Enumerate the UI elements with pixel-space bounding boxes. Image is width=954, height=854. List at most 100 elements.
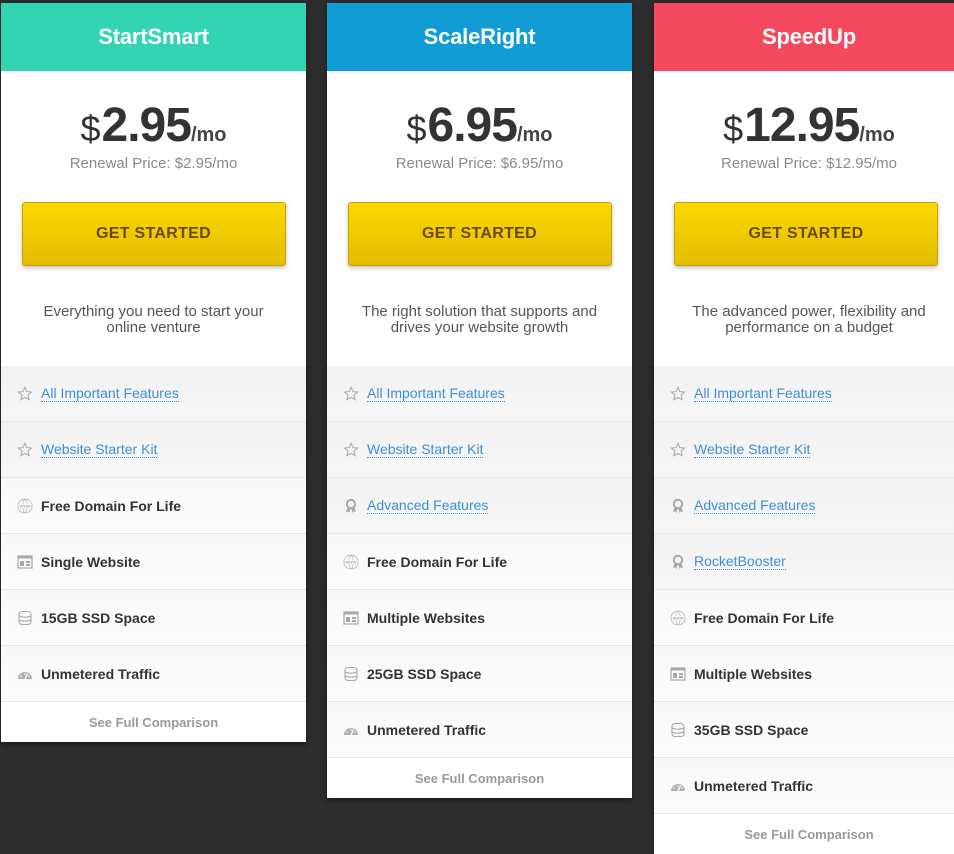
plan-card-speedup: SpeedUp $ 12.95 /mo Renewal Price: $12.9… <box>654 3 954 854</box>
feature-row: 15GB SSD Space <box>1 589 306 645</box>
svg-text:www: www <box>672 616 683 621</box>
price-period: /mo <box>190 124 227 146</box>
globe-www-icon: www <box>17 498 33 514</box>
feature-label: Single Website <box>41 553 141 570</box>
plan-card-scaleright: ScaleRight $ 6.95 /mo Renewal Price: $6.… <box>327 3 632 798</box>
plan-header: SpeedUp <box>654 3 954 71</box>
star-icon <box>670 385 686 402</box>
price-amount: 12.95 <box>744 99 860 152</box>
feature-link[interactable]: Website Starter Kit <box>367 441 484 458</box>
feature-row[interactable]: RocketBooster <box>654 533 954 589</box>
price-amount: 2.95 <box>101 99 192 152</box>
svg-text:www: www <box>19 504 30 509</box>
plan-price: $ 12.95 /mo <box>723 98 895 153</box>
speedometer-icon <box>343 722 359 738</box>
get-started-button[interactable]: GET STARTED <box>21 202 286 266</box>
feature-row: Unmetered Traffic <box>654 757 954 813</box>
price-currency: $ <box>80 108 101 149</box>
feature-label: Multiple Websites <box>694 665 812 682</box>
see-full-comparison-link[interactable]: See Full Comparison <box>327 757 632 798</box>
website-layout-icon <box>670 666 686 682</box>
globe-www-icon: www <box>343 554 359 570</box>
star-icon <box>343 441 359 458</box>
plan-tagline: The advanced power, flexibility and perf… <box>692 303 926 336</box>
feature-row: www Free Domain For Life <box>327 533 632 589</box>
feature-row: www Free Domain For Life <box>1 477 306 533</box>
speedometer-icon <box>17 666 33 682</box>
feature-list: All Important Features Website Starter Ki… <box>327 366 632 757</box>
feature-row[interactable]: Website Starter Kit <box>654 421 954 477</box>
feature-label: Unmetered Traffic <box>367 721 487 738</box>
feature-row[interactable]: Website Starter Kit <box>1 421 306 477</box>
feature-row: www Free Domain For Life <box>654 589 954 645</box>
feature-label: Unmetered Traffic <box>41 665 161 682</box>
get-started-button[interactable]: GET STARTED <box>347 202 612 266</box>
price-block: $ 2.95 /mo Renewal Price: $2.95/mo <box>1 71 306 172</box>
star-icon <box>17 441 33 458</box>
price-period: /mo <box>516 124 553 146</box>
svg-text:www: www <box>345 560 356 565</box>
feature-row: Unmetered Traffic <box>327 701 632 757</box>
see-full-comparison-link[interactable]: See Full Comparison <box>1 701 306 742</box>
plan-name: StartSmart <box>98 24 209 49</box>
renewal-price: Renewal Price: $2.95/mo <box>69 155 238 172</box>
feature-row[interactable]: All Important Features <box>1 366 306 421</box>
feature-label: 25GB SSD Space <box>367 665 482 682</box>
feature-link[interactable]: Website Starter Kit <box>41 441 158 458</box>
renewal-price: Renewal Price: $6.95/mo <box>395 155 564 172</box>
website-layout-icon <box>343 610 359 626</box>
plan-name: SpeedUp <box>762 24 856 49</box>
plan-header: ScaleRight <box>327 3 632 71</box>
feature-list: All Important Features Website Starter Ki… <box>1 366 306 701</box>
price-block: $ 12.95 /mo Renewal Price: $12.95/mo <box>654 71 954 172</box>
price-amount: 6.95 <box>427 99 518 152</box>
plan-card-startsmart: StartSmart $ 2.95 /mo Renewal Price: $2.… <box>1 3 306 742</box>
feature-row[interactable]: All Important Features <box>327 366 632 421</box>
feature-label: 15GB SSD Space <box>41 609 156 626</box>
feature-label: Multiple Websites <box>367 609 485 626</box>
feature-list: All Important Features Website Starter Ki… <box>654 366 954 813</box>
speedometer-icon <box>670 778 686 794</box>
website-layout-icon <box>17 554 33 570</box>
star-icon <box>343 385 359 402</box>
price-currency: $ <box>723 108 744 149</box>
database-icon <box>670 722 686 738</box>
get-started-button[interactable]: GET STARTED <box>674 202 938 266</box>
feature-label: Unmetered Traffic <box>694 777 814 794</box>
star-icon <box>17 385 33 402</box>
feature-label: Free Domain For Life <box>367 553 508 570</box>
price-currency: $ <box>406 108 427 149</box>
feature-row: Unmetered Traffic <box>1 645 306 701</box>
feature-link[interactable]: All Important Features <box>694 385 832 402</box>
feature-row: 25GB SSD Space <box>327 645 632 701</box>
feature-row[interactable]: Website Starter Kit <box>327 421 632 477</box>
database-icon <box>17 610 33 626</box>
feature-link[interactable]: All Important Features <box>41 385 179 402</box>
feature-row[interactable]: All Important Features <box>654 366 954 421</box>
plan-header: StartSmart <box>1 3 306 71</box>
award-ribbon-icon <box>670 498 686 514</box>
feature-row: Single Website <box>1 533 306 589</box>
feature-link[interactable]: Advanced Features <box>367 497 489 514</box>
feature-row[interactable]: Advanced Features <box>327 477 632 533</box>
price-period: /mo <box>859 124 895 146</box>
feature-row: 35GB SSD Space <box>654 701 954 757</box>
award-ribbon-icon <box>343 498 359 514</box>
database-icon <box>343 666 359 682</box>
see-full-comparison-link[interactable]: See Full Comparison <box>654 813 954 854</box>
plan-tagline: Everything you need to start your online… <box>43 303 264 336</box>
feature-link[interactable]: RocketBooster <box>694 553 786 570</box>
plan-price: $ 2.95 /mo <box>80 98 226 153</box>
feature-link[interactable]: Advanced Features <box>694 497 816 514</box>
globe-www-icon: www <box>670 610 686 626</box>
feature-row[interactable]: Advanced Features <box>654 477 954 533</box>
feature-label: Free Domain For Life <box>694 609 835 626</box>
plan-tagline: The right solution that supports and dri… <box>361 303 598 336</box>
feature-label: Free Domain For Life <box>41 497 182 514</box>
feature-link[interactable]: All Important Features <box>367 385 505 402</box>
star-icon <box>670 441 686 458</box>
feature-label: 35GB SSD Space <box>694 721 809 738</box>
feature-row: Multiple Websites <box>654 645 954 701</box>
award-ribbon-icon <box>670 554 686 570</box>
feature-link[interactable]: Website Starter Kit <box>694 441 811 458</box>
